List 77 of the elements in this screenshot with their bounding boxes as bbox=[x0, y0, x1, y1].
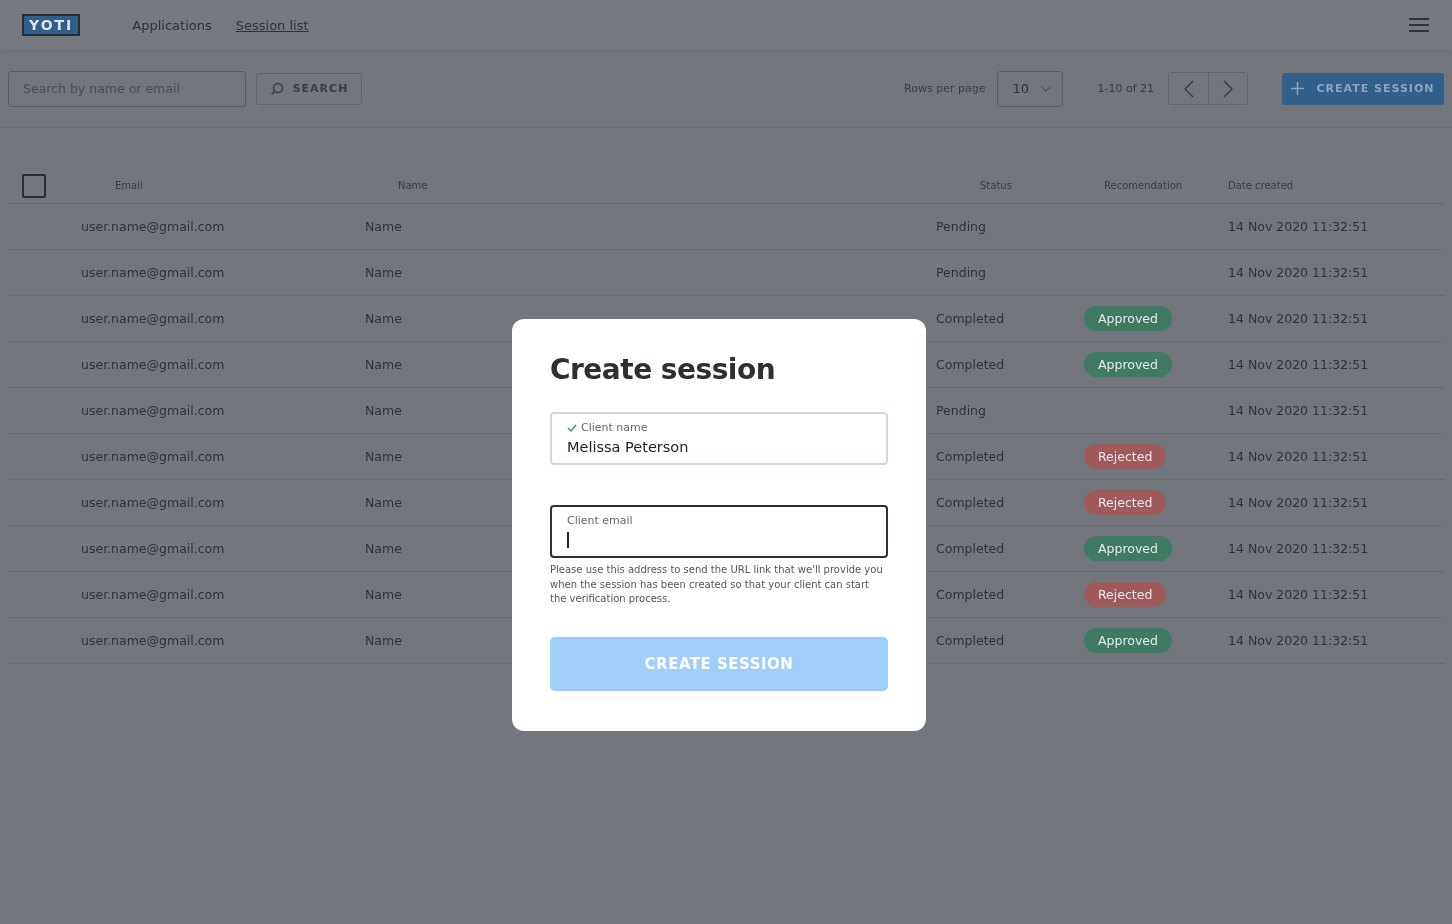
create-session-button[interactable]: CREATE SESSION bbox=[1282, 72, 1444, 105]
menu-icon[interactable] bbox=[1408, 17, 1430, 33]
plus-icon bbox=[1291, 82, 1305, 95]
recommendation-tag: Approved bbox=[1084, 352, 1172, 377]
recommendation-tag: Approved bbox=[1084, 536, 1172, 561]
select-all-checkbox[interactable] bbox=[22, 173, 46, 198]
column-header: Name bbox=[398, 180, 428, 191]
field-label: Client email bbox=[567, 514, 633, 527]
table-cell: Name bbox=[365, 633, 402, 648]
recommendation-tag: Rejected bbox=[1084, 582, 1167, 607]
table-cell: user.name@gmail.com bbox=[81, 587, 225, 602]
table-cell: user.name@gmail.com bbox=[81, 219, 225, 234]
table-cell: 14 Nov 2020 11:32:51 bbox=[1228, 449, 1369, 464]
table-cell: Name bbox=[365, 495, 402, 510]
table-cell: Name bbox=[365, 449, 402, 464]
input-field[interactable]: Client name Melissa Peterson bbox=[550, 412, 888, 465]
table-cell: user.name@gmail.com bbox=[81, 449, 225, 464]
table-cell: 14 Nov 2020 11:32:51 bbox=[1228, 633, 1369, 648]
table-cell: user.name@gmail.com bbox=[81, 357, 225, 372]
chevron-left-icon bbox=[1183, 79, 1194, 98]
table-cell: Name bbox=[365, 541, 402, 556]
field-hint: Please use this address to send the URL link that we'll provide you when the session has been created so that your client can start the verification process. bbox=[550, 563, 884, 606]
table-cell: Completed bbox=[936, 311, 1005, 326]
table-cell: user.name@gmail.com bbox=[81, 495, 225, 510]
table-cell: 14 Nov 2020 11:32:51 bbox=[1228, 265, 1369, 280]
table-cell: Name bbox=[365, 311, 402, 326]
recommendation-tag: Approved bbox=[1084, 306, 1172, 331]
rows-per-page-select[interactable]: 10 bbox=[997, 70, 1064, 107]
table-cell: Pending bbox=[936, 219, 986, 234]
table-cell: user.name@gmail.com bbox=[81, 633, 225, 648]
table-cell: Name bbox=[365, 357, 402, 372]
table-cell: user.name@gmail.com bbox=[81, 311, 225, 326]
table-cell: Name bbox=[365, 219, 402, 234]
table-cell: Completed bbox=[936, 449, 1005, 464]
table-cell: 14 Nov 2020 11:32:51 bbox=[1228, 403, 1369, 418]
chevron-right-icon bbox=[1223, 79, 1233, 98]
column-header: Email bbox=[115, 180, 143, 191]
table-cell: 14 Nov 2020 11:32:51 bbox=[1228, 219, 1369, 234]
recommendation-tag: Rejected bbox=[1084, 490, 1167, 515]
table-cell: Name bbox=[365, 265, 402, 280]
table-cell: Pending bbox=[936, 265, 986, 280]
table-cell: Name bbox=[365, 403, 402, 418]
field-label: Client name bbox=[581, 421, 648, 434]
table-cell: Completed bbox=[936, 541, 1005, 556]
table-cell: 14 Nov 2020 11:32:51 bbox=[1228, 357, 1369, 372]
table-cell: Name bbox=[365, 587, 402, 602]
table-cell: Completed bbox=[936, 495, 1005, 510]
dialog-title: Create session bbox=[550, 353, 777, 386]
table-cell: user.name@gmail.com bbox=[81, 265, 225, 280]
table-cell: user.name@gmail.com bbox=[81, 403, 225, 418]
table-cell: 14 Nov 2020 11:32:51 bbox=[1228, 311, 1369, 326]
table-cell: Completed bbox=[936, 587, 1005, 602]
table-cell: Completed bbox=[936, 633, 1005, 648]
text-cursor bbox=[567, 531, 569, 548]
nav-link[interactable]: Session list bbox=[235, 17, 309, 33]
table-cell: 14 Nov 2020 11:32:51 bbox=[1228, 587, 1369, 602]
table-cell: Completed bbox=[936, 357, 1005, 372]
field-value: Melissa Peterson bbox=[567, 438, 689, 455]
table-cell: 14 Nov 2020 11:32:51 bbox=[1228, 495, 1369, 510]
table-cell: user.name@gmail.com bbox=[81, 541, 225, 556]
input-field[interactable]: Client email bbox=[550, 505, 888, 558]
recommendation-tag: Rejected bbox=[1084, 444, 1167, 469]
logo[interactable]: YOTI bbox=[22, 14, 81, 36]
nav-link[interactable]: Applications bbox=[132, 17, 212, 33]
next-page-button[interactable] bbox=[1208, 73, 1247, 104]
check-icon bbox=[567, 423, 577, 432]
column-header: Recomendation bbox=[1104, 180, 1183, 191]
chevron-down-icon bbox=[1040, 85, 1053, 92]
rows-per-page-label: Rows per page bbox=[904, 82, 986, 95]
search-icon bbox=[269, 81, 284, 96]
table-cell: Pending bbox=[936, 403, 986, 418]
column-header: Status bbox=[980, 180, 1012, 191]
search-button[interactable]: SEARCH bbox=[256, 72, 362, 105]
column-header: Date created bbox=[1228, 180, 1294, 191]
table-cell: 14 Nov 2020 11:32:51 bbox=[1228, 541, 1369, 556]
recommendation-tag: Approved bbox=[1084, 628, 1172, 653]
page-range: 1-10 of 21 bbox=[1097, 82, 1154, 95]
